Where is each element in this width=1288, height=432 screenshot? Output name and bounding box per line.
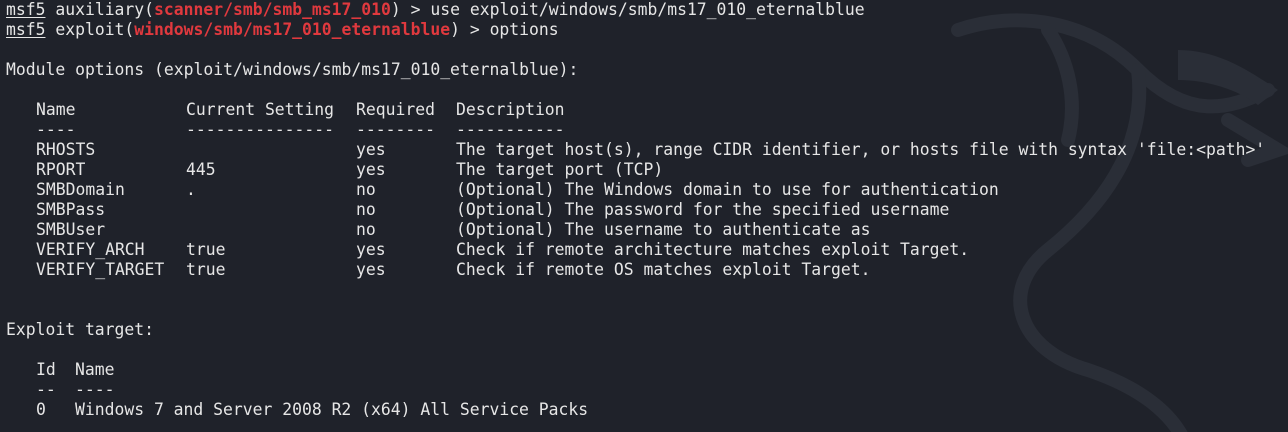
option-name: SMBDomain (36, 180, 125, 199)
prompt-context: auxiliary( (45, 0, 155, 19)
table-row: 0 Windows 7 and Server 2008 R2 (x64) All … (6, 400, 1288, 420)
option-required: no (356, 180, 376, 199)
option-required: yes (356, 140, 386, 159)
active-module-name: scanner/smb/smb_ms17_010 (154, 0, 391, 19)
table-row: VERIFY_ARCH true yes Check if remote archit… (6, 240, 1288, 260)
entered-command: options (489, 20, 559, 39)
option-setting: true (186, 260, 226, 279)
option-description: (Optional) The username to authenticate … (456, 220, 871, 239)
option-required: yes (356, 240, 386, 259)
prompt-context: exploit( (45, 20, 135, 39)
table-row: RPORT 445 yes The target port (TCP) (6, 160, 1288, 180)
option-required: yes (356, 160, 386, 179)
option-description: The target port (TCP) (456, 160, 664, 179)
prompt-suffix: ) > (390, 0, 431, 19)
option-setting: true (186, 240, 226, 259)
underline: -- (36, 380, 56, 399)
option-name: SMBPass (36, 200, 106, 219)
underline: -------- (356, 120, 435, 139)
underline: --------------- (186, 120, 335, 139)
column-header-id: Id (36, 360, 56, 379)
target-table-header: Id Name (6, 360, 1288, 380)
option-setting: . (186, 180, 196, 199)
entered-command: use exploit/windows/smb/ms17_010_eternal… (430, 0, 865, 19)
option-name: VERIFY_ARCH (36, 240, 145, 259)
underline: ----------- (456, 120, 565, 139)
column-header-current-setting: Current Setting (186, 100, 335, 119)
module-options-header: Module options (exploit/windows/smb/ms17… (6, 60, 579, 79)
table-row: RHOSTS yes The target host(s), range CIDR … (6, 140, 1288, 160)
table-row: SMBDomain. no (Optional) The Windows domai… (6, 180, 1288, 200)
option-name: SMBUser (36, 220, 106, 239)
option-name: VERIFY_TARGET (36, 260, 165, 279)
target-id: 0 (36, 400, 46, 419)
column-header-name: Name (36, 100, 76, 119)
option-description: Check if remote OS matches exploit Targe… (456, 260, 871, 279)
table-row: SMBUser no (Optional) The username to auth… (6, 220, 1288, 240)
table-row: VERIFY_TARGET true yes Check if remote OS m… (6, 260, 1288, 280)
prompt-line-1: msf5 auxiliary(scanner/smb/smb_ms17_010)… (6, 0, 1288, 20)
options-table-header: Name Current Setting Required Description (6, 100, 1288, 120)
option-description: (Optional) The Windows domain to use for… (456, 180, 999, 199)
target-table-underline: -- ---- (6, 380, 1288, 400)
option-name: RHOSTS (36, 140, 96, 159)
target-name: Windows 7 and Server 2008 R2 (x64) All S… (75, 400, 589, 419)
option-required: no (356, 220, 376, 239)
column-header-required: Required (356, 100, 435, 119)
underline: ---- (75, 380, 115, 399)
option-description: Check if remote architecture matches exp… (456, 240, 970, 259)
underline: ---- (36, 120, 76, 139)
prompt-suffix: ) > (450, 20, 490, 39)
table-row: SMBPass no (Optional) The password for the… (6, 200, 1288, 220)
option-description: The target host(s), range CIDR identifie… (456, 140, 1266, 159)
option-required: no (356, 200, 376, 219)
prompt-line-2: msf5 exploit(windows/smb/ms17_010_eterna… (6, 20, 1288, 40)
options-table-underline: ---- --------------- -------- ----------- (6, 120, 1288, 140)
exploit-target-header: Exploit target: (6, 320, 155, 339)
active-module-name: windows/smb/ms17_010_eternalblue (134, 20, 451, 39)
terminal-window[interactable]: msf5 auxiliary(scanner/smb/smb_ms17_010)… (0, 0, 1288, 432)
msf-prompt-label: msf5 (6, 20, 46, 39)
msf-prompt-label: msf5 (6, 0, 46, 19)
column-header-target-name: Name (75, 360, 115, 379)
option-setting: 445 (186, 160, 216, 179)
terminal-output: msf5 auxiliary(scanner/smb/smb_ms17_010)… (6, 0, 1288, 420)
option-name: RPORT (36, 160, 86, 179)
column-header-description: Description (456, 100, 565, 119)
option-required: yes (356, 260, 386, 279)
option-description: (Optional) The password for the specifie… (456, 200, 950, 219)
